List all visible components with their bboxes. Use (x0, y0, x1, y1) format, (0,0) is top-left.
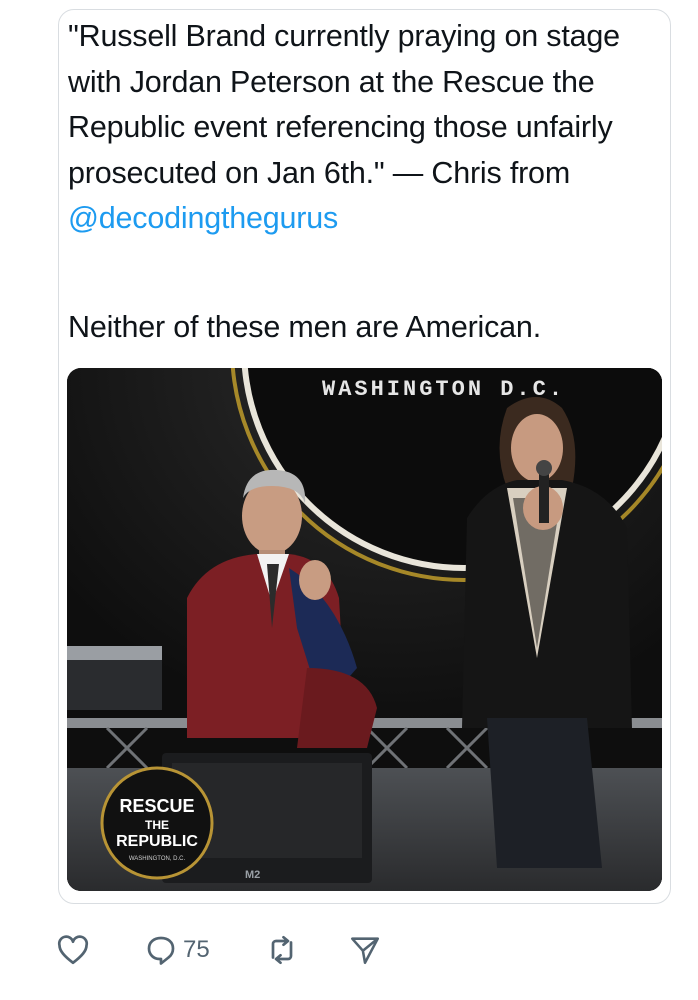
tweet-image[interactable]: WASHINGTON D.C. M2 RESCUE THE REPUBLIC W… (67, 368, 662, 891)
mention-link[interactable]: @decodingthegurus (68, 201, 338, 235)
rescue-logo: RESCUE THE REPUBLIC WASHINGTON, D.C. (100, 766, 214, 880)
heart-icon (57, 935, 89, 965)
logo-line1: RESCUE (119, 796, 194, 816)
logo-line2: THE (145, 818, 169, 832)
quote-body: "Russell Brand currently praying on stag… (68, 19, 620, 190)
send-icon (350, 937, 380, 965)
logo-line3: REPUBLIC (116, 833, 198, 850)
tweet-actions: 75 (0, 930, 698, 970)
reply-button[interactable]: 75 (143, 930, 210, 970)
reply-count: 75 (183, 936, 210, 963)
quote-text: "Russell Brand currently praying on stag… (68, 14, 668, 242)
retweet-button[interactable] (264, 930, 300, 970)
speaker-label: M2 (245, 869, 260, 881)
logo-sub: WASHINGTON, D.C. (129, 856, 186, 862)
reply-icon (147, 936, 175, 965)
share-button[interactable] (348, 930, 382, 970)
like-button[interactable] (55, 930, 91, 970)
retweet-icon (271, 935, 293, 965)
tweet-comment: Neither of these men are American. (68, 310, 541, 344)
